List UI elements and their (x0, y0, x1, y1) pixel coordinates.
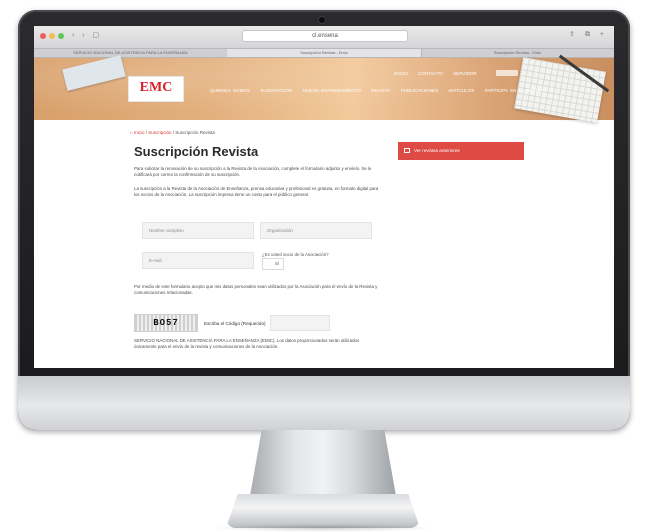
member-question-label: ¿Es usted socio de la Asociación? (262, 252, 329, 257)
organization-field[interactable]: Organización (260, 222, 372, 239)
breadcrumb-current: Suscripción Revista (175, 130, 215, 135)
page-title: Suscripción Revista (134, 144, 259, 159)
top-link-contacto[interactable]: CONTACTO (418, 71, 443, 76)
nav-item-revista[interactable]: REVISTA (371, 88, 390, 93)
tab-1[interactable]: SERVICIO NACIONAL DE ASISTENCIA PARA LA … (34, 49, 228, 57)
share-icon[interactable]: ⇪ ⧉ + (569, 30, 608, 39)
nav-item-participa[interactable]: PARTICIPA EN LA REVISTA (485, 88, 546, 93)
monitor-stand-neck (250, 430, 396, 496)
camera (318, 16, 326, 24)
body-text: La suscripción a la Revista de la Asocia… (134, 186, 379, 198)
address-bar[interactable]: cl.ensena (242, 30, 408, 42)
home-icon[interactable]: ⌂ (130, 130, 133, 135)
breadcrumb: ⌂ Inicio / Suscripción / Suscripción Rev… (130, 130, 215, 135)
maximize-window-button[interactable] (58, 33, 64, 39)
minimize-window-button[interactable] (49, 33, 55, 39)
nav-item-nuevo-entrenamiento[interactable]: NUEVO ENTRENAMIENTO (303, 88, 361, 93)
member-select[interactable]: Sí (262, 258, 284, 270)
monitor-stand-base (226, 494, 420, 528)
previous-issues-button[interactable]: Ver revistas anteriores (398, 142, 524, 160)
top-link-servidor[interactable]: SERVIDOR (453, 71, 476, 76)
intro-text: Para solicitar la renovación de su suscr… (134, 166, 372, 178)
previous-issues-label: Ver revistas anteriores (414, 148, 460, 153)
header-search-input[interactable] (496, 70, 518, 76)
tab-3[interactable]: Suscripción Revista - Emic (421, 49, 614, 57)
top-link-inicio[interactable]: INICIO (394, 71, 408, 76)
site-logo[interactable]: EMC (128, 76, 184, 102)
magazine-icon (404, 148, 410, 153)
name-field[interactable]: Nombre completo (142, 222, 254, 239)
monitor-chin (18, 376, 630, 430)
top-links: INICIO CONTACTO SERVIDOR (394, 71, 477, 76)
main-nav: QUIÉNES SOMOS SUSCRIPCIÓN NUEVO ENTRENAM… (210, 88, 554, 93)
close-window-button[interactable] (40, 33, 46, 39)
captcha-label: Escriba el Código (Requerido) (204, 321, 266, 326)
nav-item-publicaciones[interactable]: PUBLICACIONES (401, 88, 438, 93)
breadcrumb-home[interactable]: Inicio (134, 130, 145, 135)
stand-shadow (210, 524, 436, 532)
nav-item-suscripcion[interactable]: SUSCRIPCIÓN (260, 88, 292, 93)
captcha-input[interactable] (270, 315, 330, 331)
tab-2[interactable]: Suscripción Revista - Emic (227, 49, 422, 57)
desk-note-image (62, 55, 126, 91)
email-field[interactable]: E-mail (142, 252, 254, 269)
captcha-image: BO57 (134, 314, 198, 332)
site-header: EMC INICIO CONTACTO SERVIDOR QUIÉNES SOM… (34, 54, 614, 123)
nav-item-quienes-somos[interactable]: QUIÉNES SOMOS (210, 88, 250, 93)
screen: ‹ › ▢ cl.ensena ⇪ ⧉ + SERVICIO NACIONAL … (34, 26, 614, 368)
browser-toolbar: ‹ › ▢ cl.ensena ⇪ ⧉ + (34, 26, 614, 49)
footer-text: SERVICIO NACIONAL DE ASISTENCIA PARA LA … (134, 338, 360, 350)
disclaimer-text: Por medio de este formulario acepto que … (134, 284, 378, 296)
back-forward-icon[interactable]: ‹ › ▢ (72, 31, 102, 39)
nav-item-articulos[interactable]: ARTÍCULOS (448, 88, 474, 93)
breadcrumb-section[interactable]: Suscripción (148, 130, 171, 135)
